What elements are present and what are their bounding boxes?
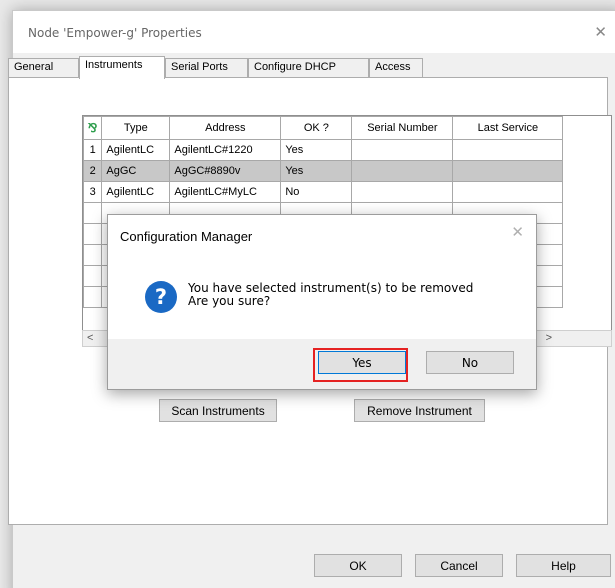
tab-general[interactable]: General — [8, 58, 79, 78]
table-row[interactable]: 2 AgGC AgGC#8890v Yes — [83, 160, 564, 182]
row-number[interactable]: 3 — [83, 181, 103, 203]
table-row[interactable]: 1 AgilentLC AgilentLC#1220 Yes — [83, 139, 564, 161]
serial-number-cell[interactable] — [351, 139, 454, 161]
dialog-title: Configuration Manager — [120, 229, 253, 244]
serial-number-cell[interactable] — [351, 160, 454, 182]
address-cell[interactable]: AgilentLC#MyLC — [169, 181, 282, 203]
grid-header-row: ⅋ Type Address OK ? Serial Number Last S… — [83, 116, 564, 140]
yes-button[interactable]: Yes — [318, 351, 406, 374]
ok-cell[interactable]: Yes — [280, 160, 353, 182]
tab-instruments[interactable]: Instruments — [79, 56, 165, 79]
serial-number-cell[interactable] — [351, 181, 454, 203]
confirmation-dialog: Configuration Manager ✕ ? You have selec… — [107, 214, 537, 390]
address-cell[interactable]: AgilentLC#1220 — [169, 139, 282, 161]
last-service-cell[interactable] — [452, 160, 564, 182]
dialog-close-icon[interactable]: ✕ — [511, 223, 524, 241]
instrument-icon: ⅋ — [83, 116, 103, 140]
column-header-address[interactable]: Address — [169, 116, 282, 140]
question-icon: ? — [145, 281, 177, 313]
last-service-cell[interactable] — [452, 181, 564, 203]
column-header-ok[interactable]: OK ? — [280, 116, 353, 140]
scroll-left-icon[interactable]: < — [87, 332, 93, 344]
type-cell[interactable]: AgilentLC — [101, 181, 171, 203]
remove-instrument-button[interactable]: Remove Instrument — [354, 399, 485, 422]
address-cell[interactable]: AgGC#8890v — [169, 160, 282, 182]
close-icon[interactable]: ✕ — [594, 23, 607, 41]
dialog-message: You have selected instrument(s) to be re… — [188, 282, 473, 308]
scroll-right-icon[interactable]: > — [546, 332, 552, 344]
cancel-button[interactable]: Cancel — [415, 554, 503, 577]
table-row[interactable]: 3 AgilentLC AgilentLC#MyLC No — [83, 181, 564, 203]
tab-configure-dhcp[interactable]: Configure DHCP — [248, 58, 369, 78]
column-header-serial-number[interactable]: Serial Number — [351, 116, 454, 140]
column-header-type[interactable]: Type — [101, 116, 171, 140]
type-cell[interactable]: AgGC — [101, 160, 171, 182]
dialog-footer: Yes No — [108, 339, 536, 389]
ok-button[interactable]: OK — [314, 554, 402, 577]
tab-serial-ports[interactable]: Serial Ports — [165, 58, 248, 78]
tab-access[interactable]: Access — [369, 58, 423, 78]
row-number[interactable]: 2 — [83, 160, 103, 182]
help-button[interactable]: Help — [516, 554, 611, 577]
row-number[interactable]: 1 — [83, 139, 103, 161]
title-bar: Node 'Empower-g' Properties ✕ — [13, 11, 615, 53]
scan-instruments-button[interactable]: Scan Instruments — [159, 399, 277, 422]
window-title: Node 'Empower-g' Properties — [28, 26, 202, 40]
no-button[interactable]: No — [426, 351, 514, 374]
last-service-cell[interactable] — [452, 139, 564, 161]
ok-cell[interactable]: No — [280, 181, 353, 203]
dialog-message-line2: Are you sure? — [188, 294, 271, 308]
ok-cell[interactable]: Yes — [280, 139, 353, 161]
column-header-last-service[interactable]: Last Service — [452, 116, 564, 140]
type-cell[interactable]: AgilentLC — [101, 139, 171, 161]
